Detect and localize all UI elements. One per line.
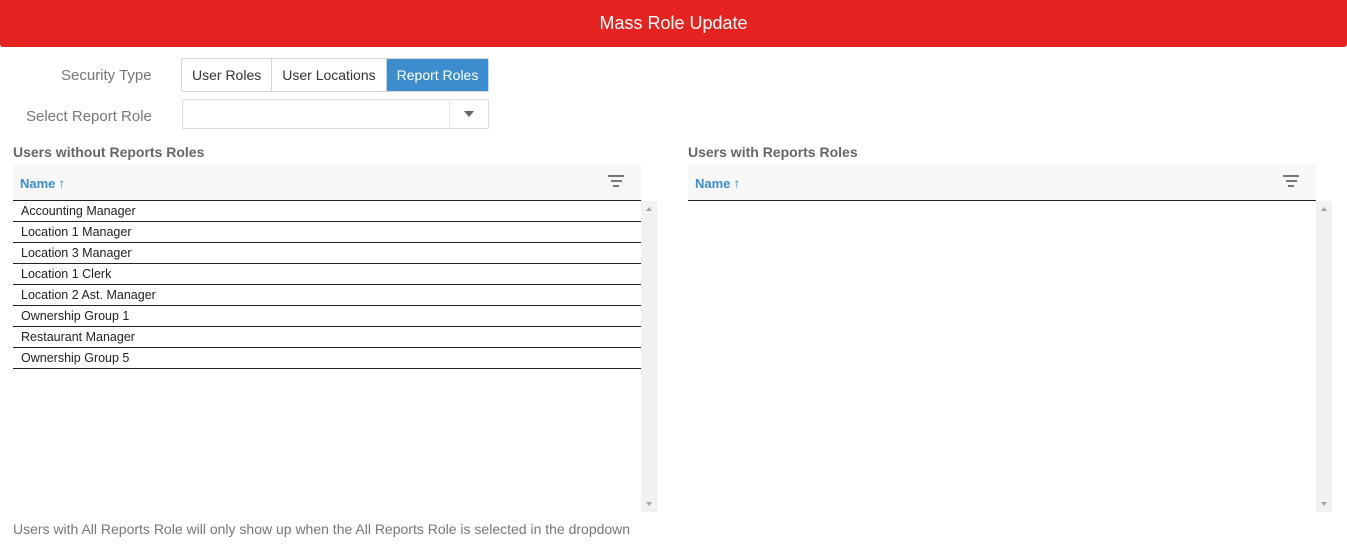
footer-note: Users with All Reports Role will only sh…	[13, 521, 631, 537]
left-user-list: Accounting Manager Location 1 Manager Loca…	[13, 201, 641, 369]
right-grid-header: Name ↑	[688, 163, 1316, 201]
left-name-column-header[interactable]: Name ↑	[20, 175, 65, 191]
table-row[interactable]: Location 2 Ast. Manager	[13, 285, 641, 306]
scroll-down-icon[interactable]	[1321, 502, 1327, 506]
filter-icon[interactable]	[607, 175, 625, 189]
report-role-dropdown[interactable]	[182, 99, 489, 129]
table-row[interactable]: Ownership Group 5	[13, 348, 641, 369]
left-scrollbar[interactable]	[641, 201, 657, 512]
right-scrollbar[interactable]	[1316, 201, 1332, 512]
sort-ascending-icon: ↑	[58, 175, 66, 191]
chevron-down-icon	[464, 111, 474, 117]
table-row[interactable]: Location 1 Manager	[13, 222, 641, 243]
left-grid-header: Name ↑	[13, 163, 641, 201]
scroll-up-icon[interactable]	[646, 207, 652, 211]
dropdown-toggle[interactable]	[449, 100, 488, 128]
security-type-label: Security Type	[61, 67, 152, 84]
sort-ascending-icon: ↑	[733, 175, 741, 191]
report-roles-button[interactable]: Report Roles	[386, 59, 489, 91]
right-name-column-header[interactable]: Name ↑	[695, 175, 740, 191]
user-locations-button[interactable]: User Locations	[272, 59, 387, 91]
page-title: Mass Role Update	[599, 13, 748, 33]
right-panel-title: Users with Reports Roles	[688, 144, 858, 160]
scroll-up-icon[interactable]	[1321, 207, 1327, 211]
table-row[interactable]: Accounting Manager	[13, 201, 641, 222]
table-row[interactable]: Restaurant Manager	[13, 327, 641, 348]
table-row[interactable]: Location 1 Clerk	[13, 264, 641, 285]
select-report-role-label: Select Report Role	[26, 108, 152, 125]
page-header: Mass Role Update	[0, 0, 1347, 47]
left-panel-title: Users without Reports Roles	[13, 144, 205, 160]
right-name-column-label: Name	[695, 176, 731, 191]
scroll-down-icon[interactable]	[646, 502, 652, 506]
user-roles-button[interactable]: User Roles	[182, 59, 273, 91]
left-name-column-label: Name	[20, 176, 56, 191]
table-row[interactable]: Location 3 Manager	[13, 243, 641, 264]
filter-icon[interactable]	[1282, 175, 1300, 189]
table-row[interactable]: Ownership Group 1	[13, 306, 641, 327]
security-type-toggle: User Roles User Locations Report Roles	[181, 58, 490, 92]
